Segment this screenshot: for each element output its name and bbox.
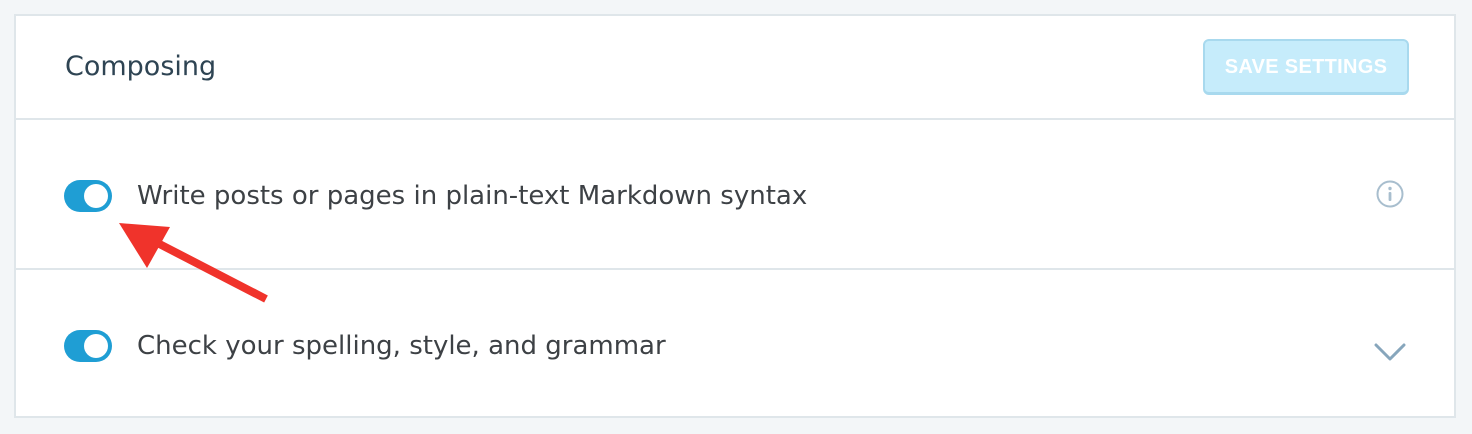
info-icon[interactable]	[1375, 179, 1405, 209]
toggle-knob	[84, 184, 108, 208]
card-header: Composing SAVE SETTINGS	[16, 16, 1454, 120]
proofreading-setting-label: Check your spelling, style, and grammar	[137, 331, 666, 361]
settings-card: Composing SAVE SETTINGS Write posts or p…	[14, 14, 1456, 418]
save-settings-button[interactable]: SAVE SETTINGS	[1203, 39, 1409, 95]
markdown-setting-label: Write posts or pages in plain-text Markd…	[137, 181, 808, 211]
annotation-arrow	[119, 223, 268, 303]
card-title: Composing	[65, 51, 217, 82]
toggle-knob	[84, 334, 108, 358]
proofreading-toggle[interactable]	[64, 330, 112, 362]
chevron-down-icon[interactable]	[1373, 342, 1407, 362]
markdown-toggle[interactable]	[64, 180, 112, 212]
